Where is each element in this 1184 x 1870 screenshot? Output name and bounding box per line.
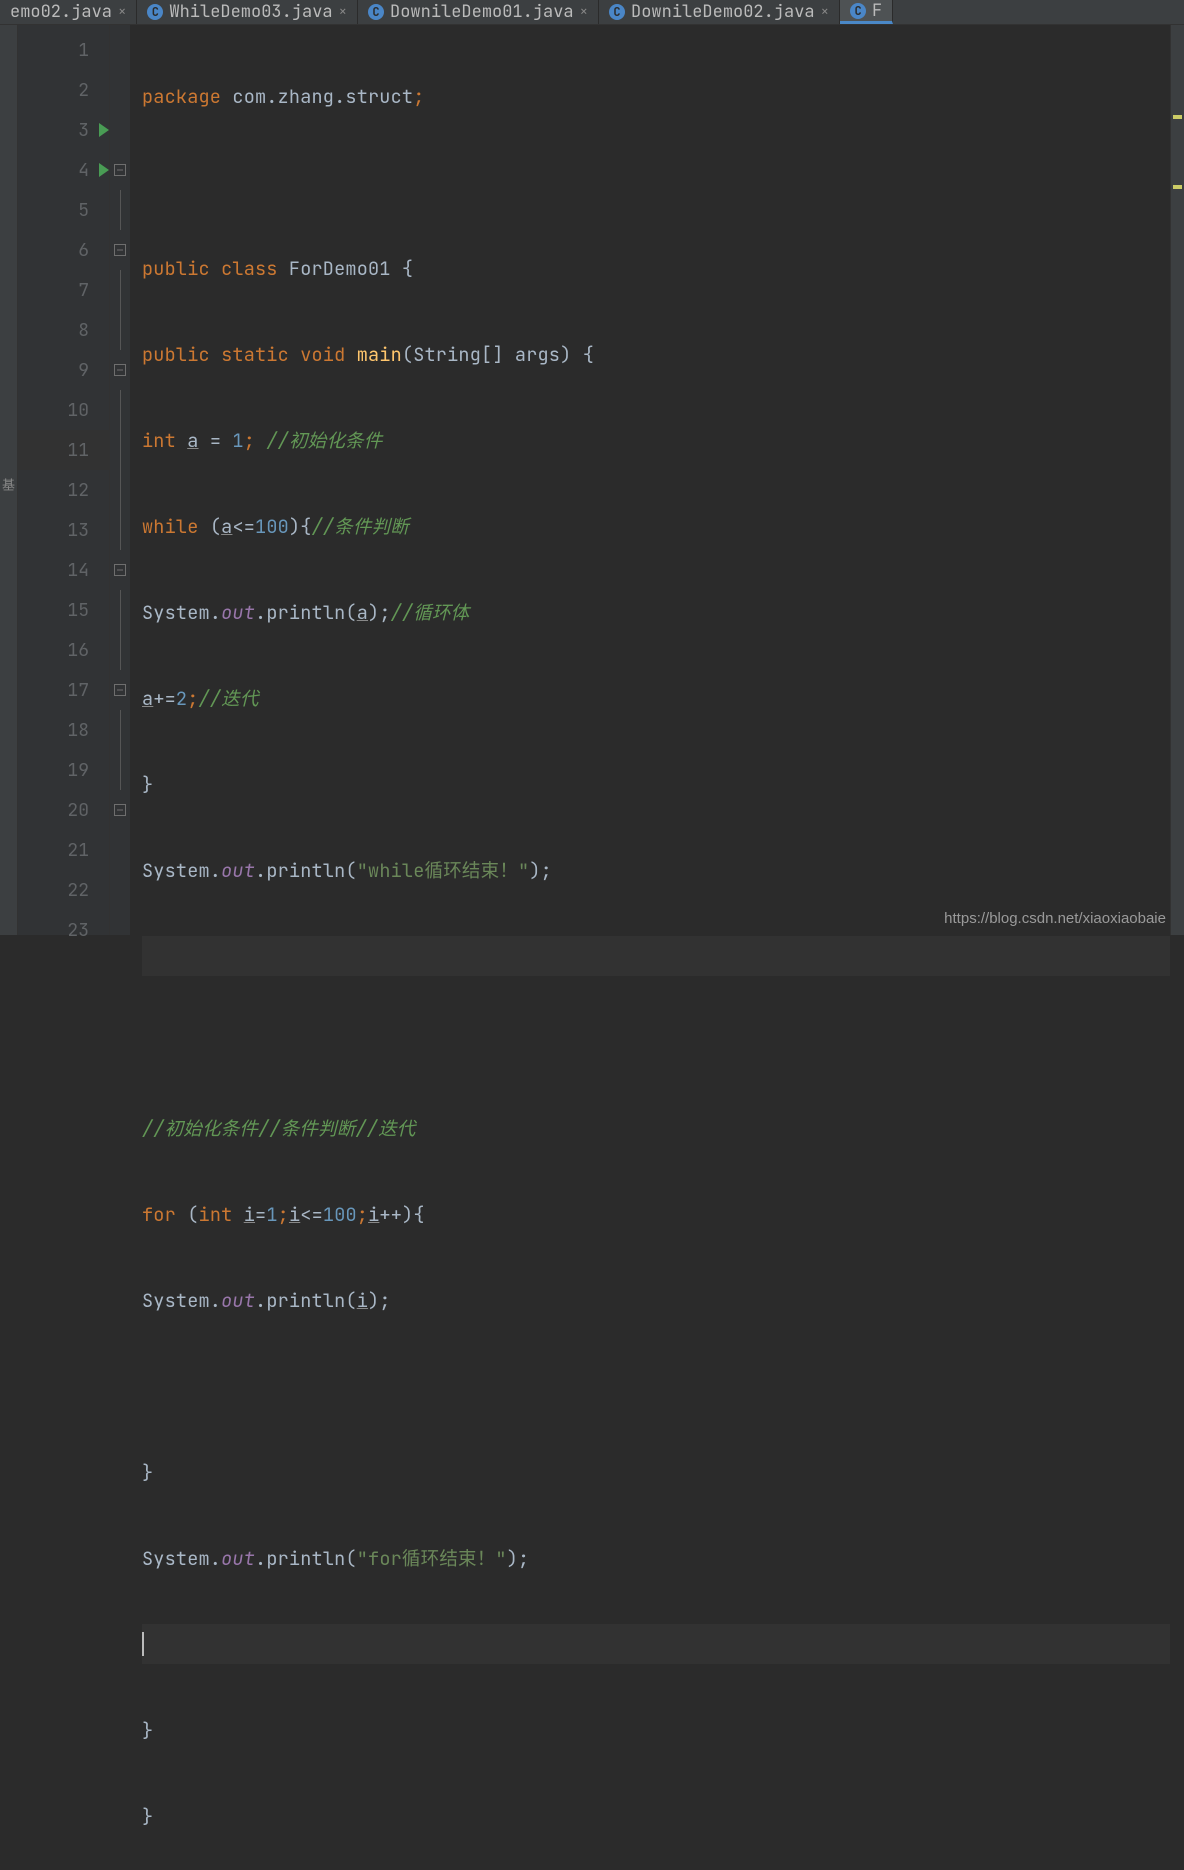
code-line: //初始化条件//条件判断//迭代 [142, 1108, 1170, 1148]
gutter-line: 12 [18, 470, 109, 510]
gutter-line: 13 [18, 510, 109, 550]
tab-file-2[interactable]: C DownileDemo01.java × [358, 0, 599, 24]
tab-file-0[interactable]: emo02.java × [0, 0, 137, 24]
tab-label: F [872, 0, 882, 22]
editor-area: 基 ss 1 2 3 4 5 6 7 8 9 10 11 12 13 14 15… [0, 25, 1184, 935]
gutter-line: 1 [18, 30, 109, 70]
java-class-icon: C [850, 3, 866, 19]
gutter-line: 4 [18, 150, 109, 190]
gutter-line: 2 [18, 70, 109, 110]
code-line: System.out.println(i); [142, 1280, 1170, 1320]
tab-label: emo02.java [10, 1, 112, 23]
gutter-line: 11 [18, 430, 109, 470]
fold-column [110, 25, 130, 935]
gutter-line: 7 [18, 270, 109, 310]
java-class-icon: C [609, 4, 625, 20]
code-line: public class ForDemo01 { [142, 248, 1170, 288]
tab-file-4[interactable]: C F [840, 0, 893, 24]
tab-label: DownileDemo02.java [631, 1, 815, 23]
code-line: } [142, 1796, 1170, 1836]
close-icon[interactable]: × [339, 3, 347, 21]
gutter-line: 18 [18, 710, 109, 750]
error-stripe[interactable] [1170, 25, 1184, 935]
code-line: for (int i=1;i<=100;i++){ [142, 1194, 1170, 1234]
code-line: while (a<=100){//条件判断 [142, 506, 1170, 546]
code-line: int a = 1; //初始化条件 [142, 420, 1170, 460]
gutter-line: 9 [18, 350, 109, 390]
editor-tabs: emo02.java × C WhileDemo03.java × C Down… [0, 0, 1184, 25]
gutter-line: 10 [18, 390, 109, 430]
close-icon[interactable]: × [118, 3, 126, 21]
watermark: https://blog.csdn.net/xiaoxiaobaie [944, 910, 1166, 927]
gutter-line: 15 [18, 590, 109, 630]
code-line: package com.zhang.struct; [142, 76, 1170, 116]
gutter-line: 23 [18, 910, 109, 950]
gutter-line: 5 [18, 190, 109, 230]
fold-toggle-icon[interactable] [114, 684, 126, 696]
code-line [142, 162, 1170, 202]
code-line [142, 1022, 1170, 1062]
gutter-line: 19 [18, 750, 109, 790]
gutter-line: 17 [18, 670, 109, 710]
code-line: System.out.println("while循环结束！"); [142, 850, 1170, 890]
caret [142, 1632, 144, 1656]
fold-toggle-icon[interactable] [114, 804, 126, 816]
code-line [142, 936, 1170, 976]
fold-toggle-icon[interactable] [114, 244, 126, 256]
fold-toggle-icon[interactable] [114, 564, 126, 576]
code-line: System.out.println(a);//循环体 [142, 592, 1170, 632]
close-icon[interactable]: × [821, 3, 829, 21]
run-icon[interactable] [99, 163, 109, 177]
code-line: System.out.println("for循环结束！"); [142, 1538, 1170, 1578]
run-icon[interactable] [99, 123, 109, 137]
java-class-icon: C [147, 4, 163, 20]
gutter-line: 21 [18, 830, 109, 870]
tool-window-strip-left: 基 ss [0, 25, 18, 935]
gutter-line: 16 [18, 630, 109, 670]
tab-label: DownileDemo01.java [390, 1, 574, 23]
gutter-line: 6 [18, 230, 109, 270]
warning-marker[interactable] [1173, 115, 1182, 119]
code-line [142, 1624, 1170, 1664]
tab-file-1[interactable]: C WhileDemo03.java × [137, 0, 358, 24]
tab-file-3[interactable]: C DownileDemo02.java × [599, 0, 840, 24]
close-icon[interactable]: × [580, 3, 588, 21]
warning-marker[interactable] [1173, 185, 1182, 189]
code-line: } [142, 1710, 1170, 1750]
gutter-line: 3 [18, 110, 109, 150]
code-line: } [142, 1452, 1170, 1492]
fold-toggle-icon[interactable] [114, 364, 126, 376]
gutter-line: 14 [18, 550, 109, 590]
gutter-line: 20 [18, 790, 109, 830]
code-line: a+=2;//迭代 [142, 678, 1170, 718]
code-line: } [142, 764, 1170, 804]
java-class-icon: C [368, 4, 384, 20]
code-line: public static void main(String[] args) { [142, 334, 1170, 374]
tab-label: WhileDemo03.java [169, 1, 332, 23]
code-editor[interactable]: package com.zhang.struct; public class F… [130, 25, 1170, 935]
tool-window-label-top[interactable]: 基 [0, 470, 17, 491]
gutter-line: 8 [18, 310, 109, 350]
code-line [142, 1366, 1170, 1406]
gutter-line: 22 [18, 870, 109, 910]
gutter: 1 2 3 4 5 6 7 8 9 10 11 12 13 14 15 16 1… [18, 25, 110, 935]
fold-toggle-icon[interactable] [114, 164, 126, 176]
